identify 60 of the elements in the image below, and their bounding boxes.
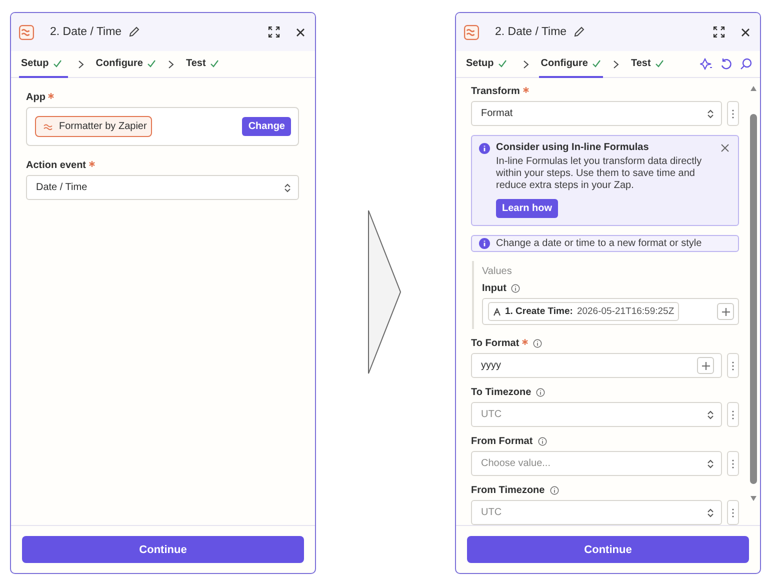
info-icon: [479, 143, 490, 154]
plus-icon: [722, 308, 730, 316]
up-down-chevron-icon: [707, 508, 714, 518]
field-label: To Timezone: [471, 387, 532, 398]
info-text: Change a date or time to a new format or style: [496, 238, 702, 249]
mapped-input-field[interactable]: 1. Create Time: 2026-05-21T16:59:25Z: [482, 298, 739, 325]
field-label: To Format: [471, 338, 520, 349]
insert-data-button[interactable]: [697, 357, 714, 374]
pencil-icon[interactable]: [572, 26, 585, 38]
right-arrow-icon: [368, 210, 401, 374]
step-tab[interactable]: Setup: [19, 51, 68, 78]
up-down-chevron-icon: [707, 458, 714, 468]
step-tab[interactable]: Configure: [538, 51, 603, 78]
field-label: Input: [482, 283, 506, 294]
select-field[interactable]: Date / Time: [26, 175, 299, 200]
wave-icon: [43, 122, 53, 130]
field-label: Action event: [26, 160, 86, 171]
formatter-logo-icon: [464, 24, 479, 40]
up-down-chevron-icon: [707, 108, 714, 118]
data-pill[interactable]: 1. Create Time: 2026-05-21T16:59:25Z: [488, 302, 680, 321]
callout-title: Consider using In-line Formulas: [496, 142, 649, 153]
up-down-chevron-icon: [707, 410, 714, 420]
sparkle-icon[interactable]: [700, 58, 712, 70]
search-icon[interactable]: [740, 58, 752, 70]
pencil-icon[interactable]: [128, 26, 140, 38]
undo-icon[interactable]: [720, 58, 732, 70]
text-field[interactable]: yyyy: [471, 353, 722, 378]
formatter-logo-icon: [19, 24, 34, 40]
change-button[interactable]: Change: [242, 117, 291, 136]
close-icon[interactable]: [741, 28, 750, 36]
info-icon: [479, 238, 490, 250]
continue-button[interactable]: Continue: [467, 536, 749, 563]
expand-icon[interactable]: [268, 26, 280, 38]
continue-button[interactable]: Continue: [22, 536, 304, 563]
expand-icon[interactable]: [713, 26, 725, 38]
step-title: 2. Date / Time: [495, 26, 567, 38]
plus-icon: [702, 362, 710, 370]
group-title: Values: [482, 266, 513, 277]
close-icon[interactable]: [721, 144, 729, 152]
callout-text: In-line Formulas let you transform data directly within your steps. Use them to save time and reduce extra steps in your Zap.: [496, 156, 703, 193]
field-label: From Timezone: [471, 485, 545, 496]
insert-data-button[interactable]: [717, 303, 734, 320]
field-label: Transform: [471, 86, 520, 97]
close-icon[interactable]: [296, 28, 305, 36]
step-tab[interactable]: Configure: [94, 51, 158, 78]
step-tab[interactable]: Test: [184, 51, 221, 78]
learn-how-button[interactable]: Learn how: [496, 198, 558, 218]
app-chip[interactable]: Formatter by Zapier: [35, 116, 152, 137]
chevron-right-icon: [522, 60, 529, 68]
select-field[interactable]: Format: [471, 101, 722, 126]
up-down-chevron-icon: [284, 182, 291, 192]
step-icon: [493, 308, 501, 316]
step-tab[interactable]: Test: [629, 51, 666, 78]
chevron-right-icon: [168, 60, 174, 68]
field-label: App: [26, 92, 46, 103]
chevron-right-icon: [613, 60, 619, 68]
step-title: 2. Date / Time: [50, 26, 122, 38]
field-label: From Format: [471, 436, 533, 447]
step-tab[interactable]: Setup: [464, 51, 513, 78]
chevron-right-icon: [78, 60, 84, 68]
